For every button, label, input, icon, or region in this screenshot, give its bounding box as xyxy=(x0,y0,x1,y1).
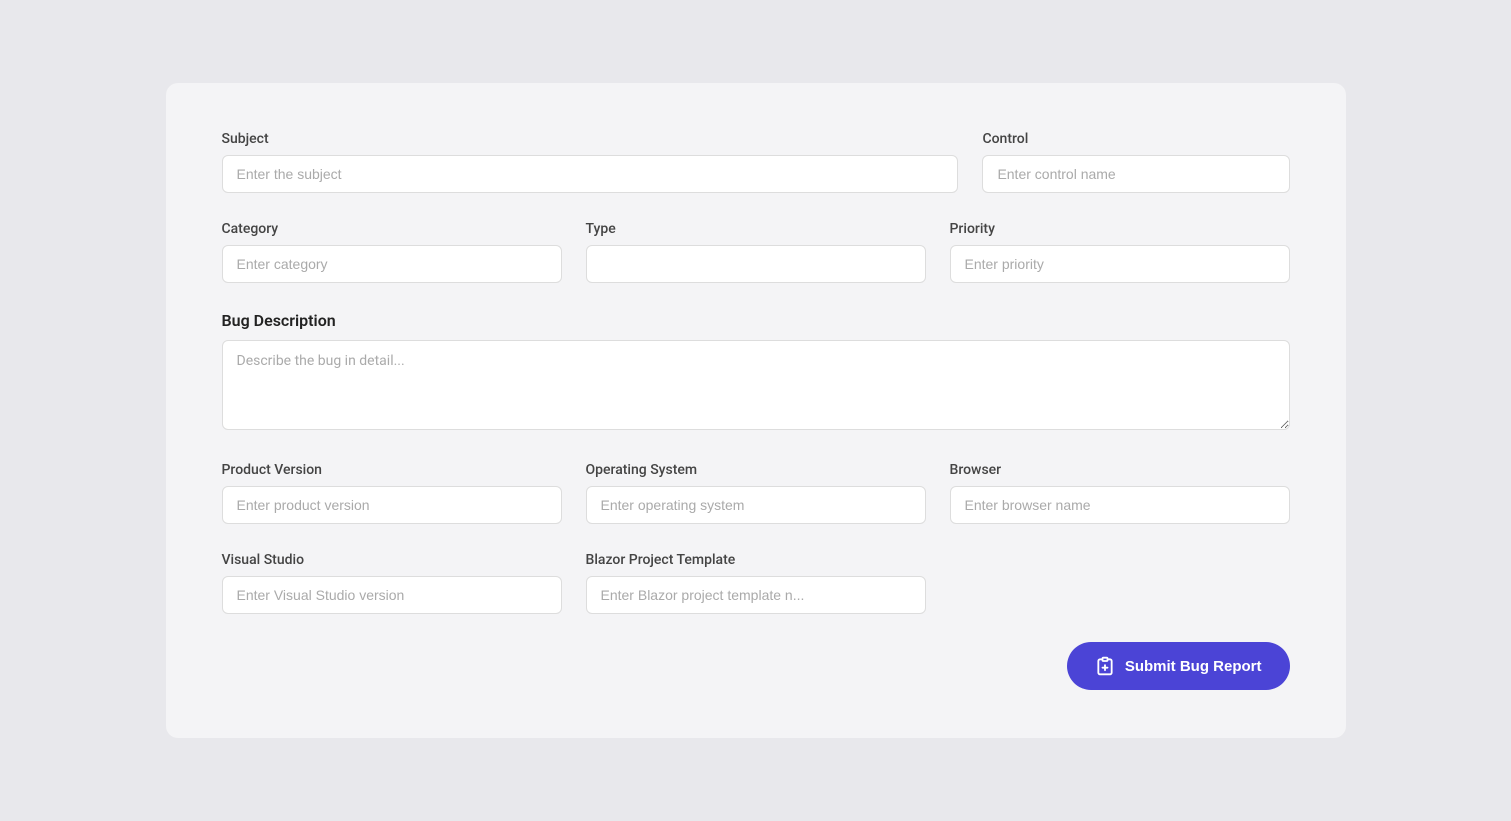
category-group: Category xyxy=(222,221,562,283)
visual-studio-label: Visual Studio xyxy=(222,552,562,568)
type-group: Type Bug report xyxy=(586,221,926,283)
control-label: Control xyxy=(982,131,1289,147)
bug-description-textarea[interactable] xyxy=(222,340,1290,430)
category-type-priority-row: Category Type Bug report Priority xyxy=(222,221,1290,283)
priority-group: Priority xyxy=(950,221,1290,283)
product-version-label: Product Version xyxy=(222,462,562,478)
blazor-template-label: Blazor Project Template xyxy=(586,552,926,568)
operating-system-label: Operating System xyxy=(586,462,926,478)
type-input[interactable]: Bug report xyxy=(586,245,926,283)
clipboard-icon xyxy=(1095,656,1115,676)
product-version-group: Product Version xyxy=(222,462,562,524)
blazor-template-group: Blazor Project Template xyxy=(586,552,926,614)
subject-group: Subject xyxy=(222,131,959,193)
visual-studio-input[interactable] xyxy=(222,576,562,614)
bug-description-label: Bug Description xyxy=(222,311,1290,330)
submit-button-label: Submit Bug Report xyxy=(1125,658,1262,675)
submit-row: Submit Bug Report xyxy=(222,642,1290,690)
operating-system-group: Operating System xyxy=(586,462,926,524)
blazor-template-input[interactable] xyxy=(586,576,926,614)
bug-description-section: Bug Description xyxy=(222,311,1290,434)
submit-bug-report-button[interactable]: Submit Bug Report xyxy=(1067,642,1290,690)
browser-group: Browser xyxy=(950,462,1290,524)
operating-system-input[interactable] xyxy=(586,486,926,524)
visual-studio-group: Visual Studio xyxy=(222,552,562,614)
product-os-browser-row: Product Version Operating System Browser xyxy=(222,462,1290,524)
form-card: Subject Control Category Type Bug report… xyxy=(166,83,1346,738)
control-input[interactable] xyxy=(982,155,1289,193)
subject-input[interactable] xyxy=(222,155,959,193)
product-version-input[interactable] xyxy=(222,486,562,524)
subject-label: Subject xyxy=(222,131,959,147)
browser-label: Browser xyxy=(950,462,1290,478)
priority-input[interactable] xyxy=(950,245,1290,283)
browser-input[interactable] xyxy=(950,486,1290,524)
priority-label: Priority xyxy=(950,221,1290,237)
category-label: Category xyxy=(222,221,562,237)
vs-blazor-row: Visual Studio Blazor Project Template xyxy=(222,552,1290,614)
category-input[interactable] xyxy=(222,245,562,283)
subject-control-row: Subject Control xyxy=(222,131,1290,193)
empty-spacer xyxy=(950,552,1290,614)
type-label: Type xyxy=(586,221,926,237)
control-group: Control xyxy=(982,131,1289,193)
